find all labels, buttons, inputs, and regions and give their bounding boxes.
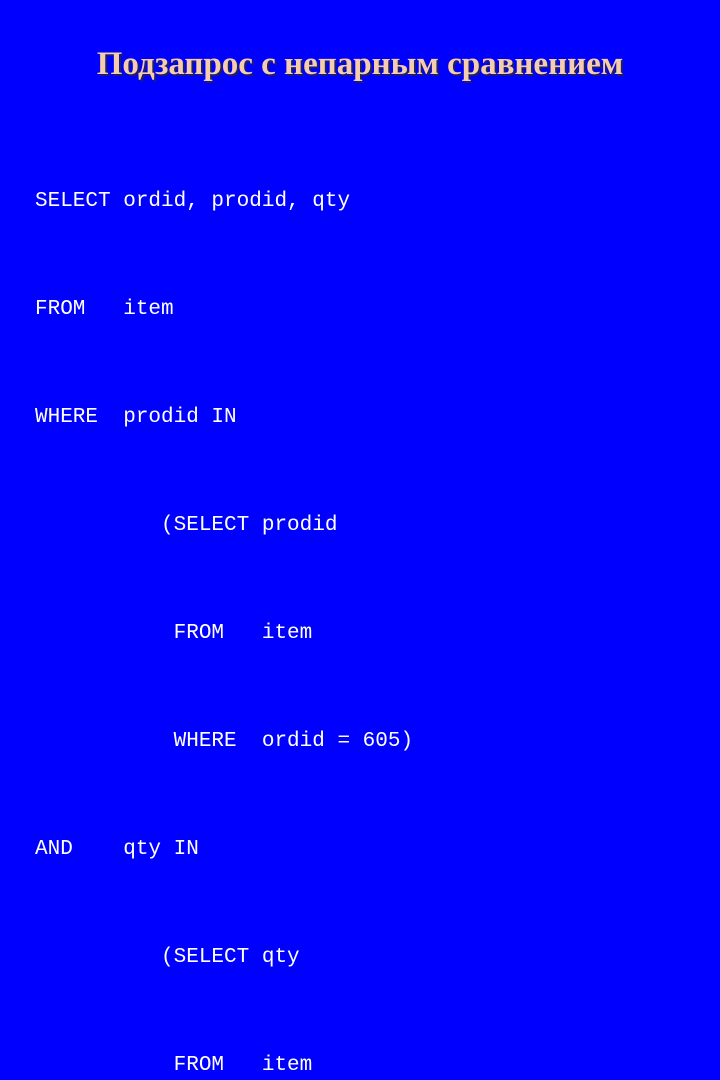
code-line: AND qty IN: [35, 838, 199, 861]
code-line: WHERE ordid = 605): [35, 730, 414, 753]
sql-code-block: SELECT ordid, prodid, qty FROM item WHER…: [35, 112, 695, 1080]
code-line: (SELECT prodid: [35, 514, 338, 537]
code-line: FROM item: [35, 1054, 313, 1077]
code-line: SELECT ordid, prodid, qty: [35, 190, 351, 213]
code-line: FROM item: [35, 298, 174, 321]
code-line: FROM item: [35, 622, 313, 645]
code-line: WHERE prodid IN: [35, 406, 237, 429]
code-line: (SELECT qty: [35, 946, 300, 969]
slide-canvas: Подзапрос с непарным сравнением SELECT o…: [0, 0, 720, 1077]
page-title: Подзапрос с непарным сравнением: [96, 46, 624, 82]
